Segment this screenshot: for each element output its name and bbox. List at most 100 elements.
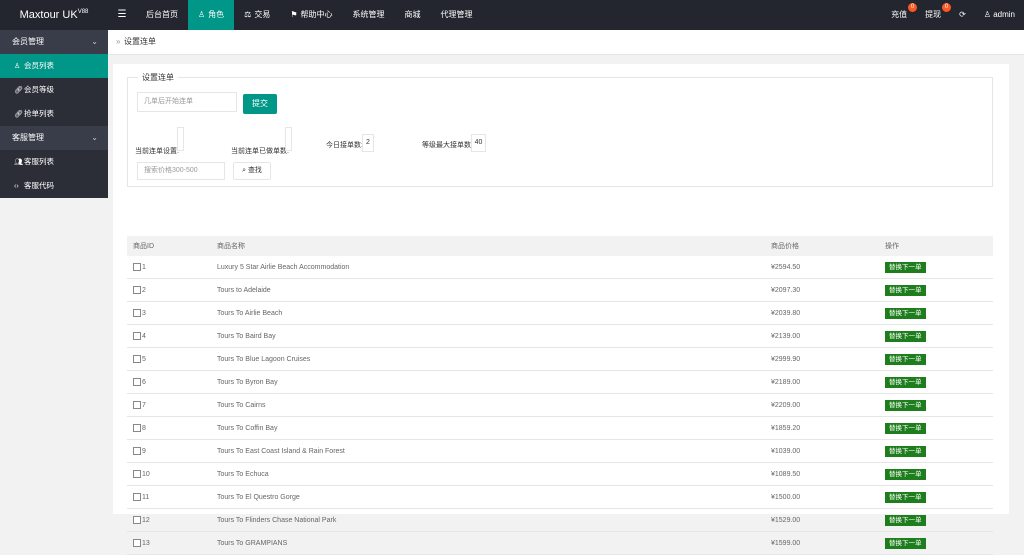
cell-goods-name: Tours To Airlie Beach bbox=[211, 301, 765, 325]
replace-next-order-button[interactable]: 替换下一单 bbox=[885, 330, 926, 342]
sidebar-group-service[interactable]: 客服管理 ⌄ bbox=[0, 126, 108, 150]
sidebar: 会员管理 ⌄ ♙ 会员列表 🔗︎会员等级 🔗︎抢单列表 客服管理 ⌄ 👥︎客服列表… bbox=[0, 30, 108, 198]
replace-next-order-button[interactable]: 替换下一单 bbox=[885, 422, 926, 434]
replace-next-order-button[interactable]: 替换下一单 bbox=[885, 445, 926, 457]
today-orders-value[interactable]: 2 bbox=[362, 134, 374, 152]
table-row: 10 Tours To Echuca ¥1089.50 替换下一单 bbox=[127, 462, 993, 486]
after-orders-input[interactable]: 几单后开始连单 bbox=[137, 92, 237, 112]
header-goods-id: 商品ID bbox=[127, 236, 211, 256]
search-button[interactable]: ⌕ 查找 bbox=[233, 162, 271, 180]
cell-goods-name: Tours to Adelaide bbox=[211, 278, 765, 302]
sidebar-item-member-level[interactable]: 🔗︎会员等级 bbox=[0, 78, 108, 102]
nav-mall[interactable]: 商城 bbox=[395, 0, 431, 30]
level-max-value[interactable]: 40 bbox=[471, 134, 486, 152]
settings-legend: 设置连单 bbox=[142, 73, 174, 82]
row-checkbox[interactable] bbox=[133, 447, 141, 455]
cell-goods-id: 6 bbox=[127, 370, 211, 394]
withdraw-button[interactable]: 提现 0 bbox=[916, 0, 952, 30]
sidebar-group-members[interactable]: 会员管理 ⌄ bbox=[0, 30, 108, 54]
cell-action: 替换下一单 bbox=[879, 462, 993, 486]
replace-next-order-button[interactable]: 替换下一单 bbox=[885, 514, 926, 526]
nav-home[interactable]: 后台首页 bbox=[136, 0, 188, 30]
goods-table: 商品ID 商品名称 商品价格 操作 1 Luxury 5 Star Airlie … bbox=[127, 236, 993, 555]
row-checkbox[interactable] bbox=[133, 378, 141, 386]
replace-next-order-button[interactable]: 替换下一单 bbox=[885, 261, 926, 273]
recharge-button[interactable]: 充值 0 bbox=[882, 0, 918, 30]
nav-trade[interactable]: ⚖ 交易 bbox=[234, 0, 280, 30]
nav-agent[interactable]: 代理管理 bbox=[431, 0, 483, 30]
breadcrumb: » 设置连单 bbox=[108, 30, 1024, 55]
header-goods-name: 商品名称 bbox=[211, 236, 765, 256]
current-done-input[interactable] bbox=[285, 127, 292, 151]
sidebar-item-member-list[interactable]: ♙ 会员列表 bbox=[0, 54, 108, 78]
row-checkbox[interactable] bbox=[133, 401, 141, 409]
row-checkbox[interactable] bbox=[133, 539, 141, 547]
table-header-row: 商品ID 商品名称 商品价格 操作 bbox=[127, 236, 993, 256]
replace-next-order-button[interactable]: 替换下一单 bbox=[885, 307, 926, 319]
row-checkbox[interactable] bbox=[133, 263, 141, 271]
user-menu[interactable]: ♙ admin bbox=[975, 0, 1024, 30]
refresh-icon[interactable]: ⟳ bbox=[950, 0, 975, 30]
cell-goods-id: 1 bbox=[127, 256, 211, 279]
replace-next-order-button[interactable]: 替换下一单 bbox=[885, 399, 926, 411]
cell-goods-id: 3 bbox=[127, 301, 211, 325]
row-checkbox[interactable] bbox=[133, 470, 141, 478]
row-checkbox[interactable] bbox=[133, 309, 141, 317]
cell-goods-name: Tours To Byron Bay bbox=[211, 370, 765, 394]
replace-next-order-button[interactable]: 替换下一单 bbox=[885, 468, 926, 480]
goods-id: 6 bbox=[142, 378, 146, 386]
cell-action: 替换下一单 bbox=[879, 439, 993, 463]
row-checkbox[interactable] bbox=[133, 516, 141, 524]
nav-help[interactable]: ⚑ 帮助中心 bbox=[280, 0, 342, 30]
chevron-down-icon: ⌄ bbox=[91, 133, 98, 142]
goods-id: 7 bbox=[142, 401, 146, 409]
breadcrumb-current[interactable]: 设置连单 bbox=[124, 30, 156, 54]
cell-goods-price: ¥2039.80 bbox=[765, 301, 879, 325]
sidebar-item-label: 会员等级 bbox=[24, 85, 54, 94]
cell-goods-price: ¥2209.00 bbox=[765, 393, 879, 417]
today-orders-label: 今日接单数: bbox=[326, 142, 363, 149]
submit-button[interactable]: 提交 bbox=[243, 94, 277, 114]
nav-system[interactable]: 系统管理 bbox=[343, 0, 395, 30]
sidebar-item-service-code[interactable]: ‹› 客服代码 bbox=[0, 174, 108, 198]
row-checkbox[interactable] bbox=[133, 424, 141, 432]
table-row: 9 Tours To East Coast Island & Rain Fores… bbox=[127, 439, 993, 463]
cell-action: 替换下一单 bbox=[879, 370, 993, 394]
cell-goods-id: 12 bbox=[127, 508, 211, 532]
row-checkbox[interactable] bbox=[133, 286, 141, 294]
replace-next-order-button[interactable]: 替换下一单 bbox=[885, 537, 926, 549]
users-icon: 👥︎ bbox=[14, 159, 23, 166]
cell-goods-name: Tours To Cairns bbox=[211, 393, 765, 417]
cell-goods-name: Luxury 5 Star Airlie Beach Accommodation bbox=[211, 256, 765, 279]
table-row: 8 Tours To Coffin Bay ¥1859.20 替换下一单 bbox=[127, 416, 993, 440]
replace-next-order-button[interactable]: 替换下一单 bbox=[885, 491, 926, 503]
row-checkbox[interactable] bbox=[133, 332, 141, 340]
cell-action: 替换下一单 bbox=[879, 347, 993, 371]
cell-goods-id: 7 bbox=[127, 393, 211, 417]
cell-goods-name: Tours To Coffin Bay bbox=[211, 416, 765, 440]
goods-id: 2 bbox=[142, 286, 146, 294]
sidebar-item-label: 会员列表 bbox=[24, 61, 54, 70]
replace-next-order-button[interactable]: 替换下一单 bbox=[885, 376, 926, 388]
link-icon: 🔗︎ bbox=[14, 87, 23, 94]
price-search-input[interactable]: 搜索价格300-500 bbox=[137, 162, 225, 180]
cell-goods-id: 10 bbox=[127, 462, 211, 486]
sidebar-item-grab-orders[interactable]: 🔗︎抢单列表 bbox=[0, 102, 108, 126]
replace-next-order-button[interactable]: 替换下一单 bbox=[885, 284, 926, 296]
cell-goods-name: Tours To Flinders Chase National Park bbox=[211, 508, 765, 532]
sidebar-item-service-list[interactable]: 👥︎客服列表 bbox=[0, 150, 108, 174]
code-icon: ‹› bbox=[14, 183, 19, 190]
cell-goods-id: 9 bbox=[127, 439, 211, 463]
hamburger-icon[interactable]: ☰ bbox=[112, 0, 132, 30]
replace-next-order-button[interactable]: 替换下一单 bbox=[885, 353, 926, 365]
brand-logo[interactable]: Maxtour UKV88 bbox=[0, 0, 108, 30]
current-combo-input[interactable] bbox=[177, 127, 184, 151]
nav-role[interactable]: ♙ 角色 bbox=[188, 0, 235, 30]
row-checkbox[interactable] bbox=[133, 493, 141, 501]
row-checkbox[interactable] bbox=[133, 355, 141, 363]
cell-action: 替换下一单 bbox=[879, 416, 993, 440]
cell-action: 替换下一单 bbox=[879, 256, 993, 279]
user-icon: ♙ bbox=[198, 10, 206, 19]
main-content: » 设置连单 设置连单 几单后开始连单 提交 当前连单设置: 当前连单已做单数:… bbox=[108, 30, 1024, 555]
table-body: 1 Luxury 5 Star Airlie Beach Accommodatio… bbox=[127, 256, 993, 555]
